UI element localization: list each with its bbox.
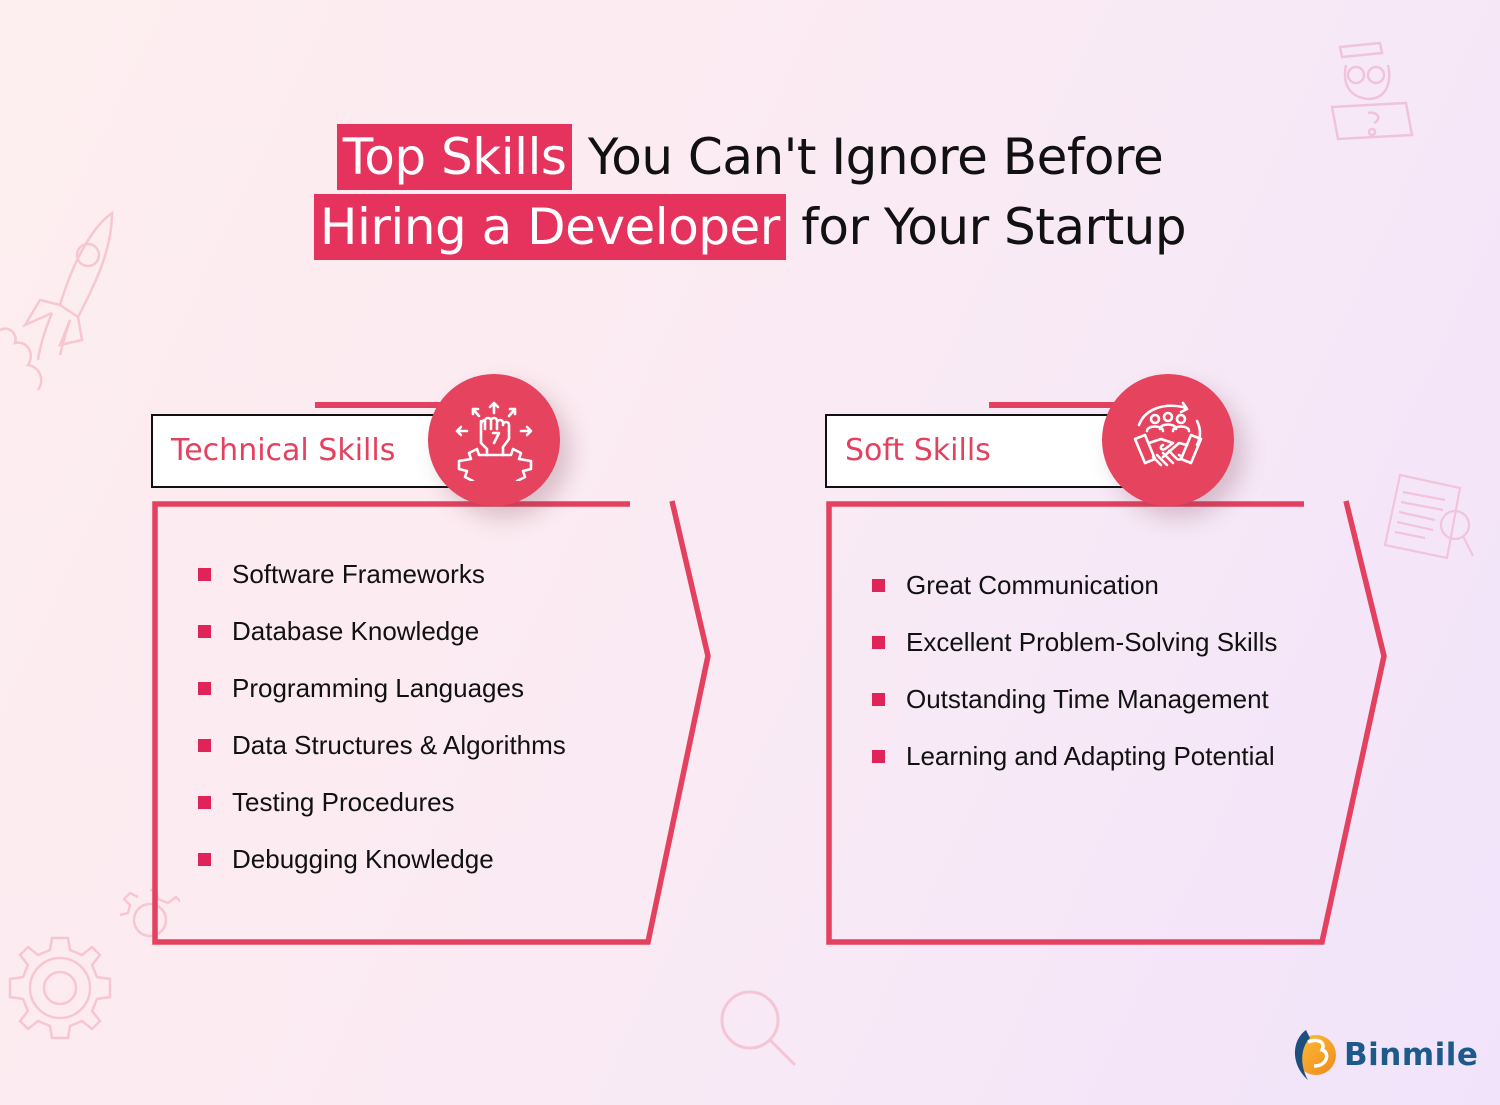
title-line-1: Top Skills You Can't Ignore Before <box>0 122 1500 192</box>
title-highlight-1: Top Skills <box>336 124 573 190</box>
title-highlight-2: Hiring a Developer <box>313 194 786 260</box>
page-title: Top Skills You Can't Ignore Before Hirin… <box>0 122 1500 262</box>
title-rest-1: You Can't Ignore Before <box>587 128 1164 186</box>
title-rest-2: for Your Startup <box>801 198 1187 256</box>
fist-gear-badge <box>428 374 560 506</box>
team-handshake-badge <box>1102 374 1234 506</box>
bullet-icon <box>198 682 211 695</box>
panel-heading: Soft Skills <box>825 414 1135 488</box>
bullet-icon <box>198 625 211 638</box>
bullet-icon <box>198 739 211 752</box>
bullet-icon <box>872 579 885 592</box>
bullet-icon <box>872 693 885 706</box>
panel-heading: Technical Skills <box>151 414 461 488</box>
bullet-icon <box>198 796 211 809</box>
bullet-icon <box>198 568 211 581</box>
magnifier-icon <box>720 990 797 1067</box>
brand-logo: Binmile <box>1288 1028 1478 1082</box>
panel-frame <box>826 500 1387 945</box>
bullet-icon <box>872 636 885 649</box>
bullet-icon <box>872 750 885 763</box>
title-line-2: Hiring a Developer for Your Startup <box>0 192 1500 262</box>
logo-text: Binmile <box>1344 1037 1479 1073</box>
team-handshake-icon <box>1133 401 1203 467</box>
fist-gear-icon <box>455 401 533 481</box>
binmile-logo-icon <box>1295 1030 1336 1080</box>
bullet-icon <box>198 853 211 866</box>
